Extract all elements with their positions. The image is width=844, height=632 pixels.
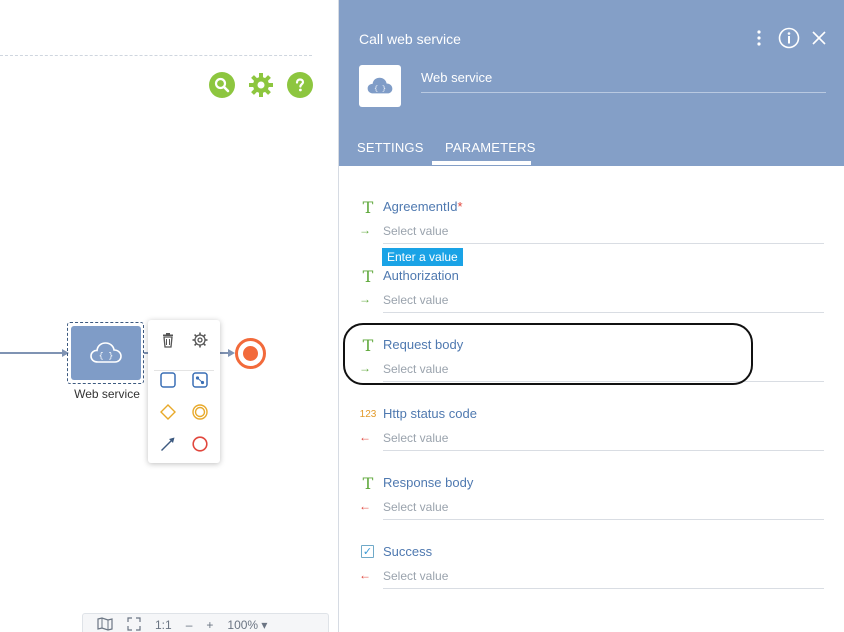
info-icon (778, 27, 800, 49)
annotation-highlight (343, 323, 753, 385)
active-tab-indicator (432, 161, 531, 165)
arrow-left-icon: ← (359, 430, 371, 444)
parameter-underline (383, 450, 824, 451)
task-icon (160, 372, 176, 388)
actual-size-button[interactable]: 1:1 (155, 618, 172, 632)
end-event-core (243, 346, 258, 361)
question-icon (295, 78, 305, 92)
help-button[interactable] (287, 72, 313, 98)
arrow-left-icon: ← (359, 568, 371, 582)
connection-arrow-icon (161, 437, 175, 451)
fit-screen-icon[interactable] (127, 616, 141, 632)
settings-button[interactable] (248, 72, 274, 98)
element-name-field[interactable]: Web service (421, 70, 492, 85)
panel-title: Call web service (359, 31, 461, 47)
element-properties-panel: Call web service {} Web service SETTING… (338, 0, 844, 632)
canvas-divider (0, 55, 312, 56)
parameter-row: T Authorization → Select value (339, 267, 844, 327)
parameter-name-text: AgreementId (383, 199, 458, 214)
parameter-name: Success (383, 544, 433, 559)
svg-text:{ }: { } (374, 85, 386, 92)
add-end-event-button[interactable] (190, 434, 210, 454)
tab-settings[interactable]: SETTINGS (357, 140, 424, 155)
gear-icon (249, 73, 273, 97)
parameter-name: Authorization (383, 268, 459, 283)
gateway-icon (160, 404, 176, 420)
parameter-underline (383, 519, 824, 520)
arrow-left-icon: ← (359, 499, 371, 513)
zoom-out-button[interactable]: – (186, 618, 193, 632)
search-button[interactable] (209, 72, 235, 98)
parameter-value-input[interactable]: Select value (383, 431, 448, 445)
subprocess-icon (192, 372, 208, 388)
more-options-button[interactable] (747, 26, 771, 50)
close-icon (812, 31, 826, 45)
tab-parameters[interactable]: PARAMETERS (445, 140, 536, 155)
parameter-underline (383, 588, 824, 589)
web-service-node[interactable]: { } (71, 326, 141, 380)
zoom-level-select[interactable]: 100% ▾ (227, 618, 267, 632)
intermediate-event-icon (192, 404, 208, 420)
element-name-underline (421, 92, 826, 93)
close-button[interactable] (807, 26, 831, 50)
parameter-value-input[interactable]: Select value (383, 500, 448, 514)
add-task-button[interactable] (158, 370, 178, 390)
gear-outline-icon (192, 332, 208, 348)
kebab-menu-icon (757, 30, 761, 46)
node-context-menu (148, 320, 220, 463)
parameter-row: T Response body ← Select value (339, 474, 844, 534)
parameter-value-input[interactable]: Select value (383, 293, 448, 307)
add-subprocess-button[interactable] (190, 370, 210, 390)
info-button[interactable] (777, 26, 801, 50)
parameter-name: Http status code (383, 406, 477, 421)
end-event[interactable] (235, 338, 266, 369)
element-type-icon-tile: { } (359, 65, 401, 107)
outgoing-flow-arrow (228, 349, 235, 357)
parameter-row: ✓ Success ← Select value (339, 543, 844, 603)
text-type-icon: T (362, 197, 374, 217)
parameter-name: AgreementId* (383, 199, 463, 214)
svg-text:{ }: { } (99, 352, 113, 361)
arrow-right-icon: → (359, 223, 371, 237)
text-type-icon: T (362, 266, 374, 286)
zoom-in-button[interactable]: + (206, 618, 213, 632)
parameter-name: Response body (383, 475, 474, 490)
tooltip: Enter a value (382, 248, 463, 266)
incoming-flow (0, 352, 64, 354)
cloud-code-icon: { } (367, 77, 393, 94)
text-type-icon: T (362, 473, 374, 493)
element-settings-button[interactable] (190, 330, 210, 350)
app-root: { } Web service 1:1 – + 100% ▾ Call web … (0, 0, 844, 632)
cloud-code-icon: { } (90, 342, 122, 363)
trash-icon (163, 332, 173, 348)
node-label: Web service (74, 387, 140, 401)
parameter-underline (383, 243, 824, 244)
add-gateway-button[interactable] (158, 402, 178, 422)
boolean-type-icon: ✓ (361, 545, 374, 558)
add-intermediate-event-button[interactable] (190, 402, 210, 422)
parameter-underline (383, 312, 824, 313)
delete-button[interactable] (158, 330, 178, 350)
map-icon[interactable] (97, 616, 113, 632)
parameter-value-input[interactable]: Select value (383, 569, 448, 583)
number-type-icon: 123 (359, 408, 377, 420)
search-icon (214, 77, 230, 93)
zoom-level-value: 100% (227, 618, 259, 632)
process-canvas[interactable]: { } Web service 1:1 – + 100% ▾ (0, 0, 338, 632)
required-marker: * (457, 199, 463, 214)
panel-header: Call web service {} Web service SETTING… (339, 0, 844, 166)
add-connection-button[interactable] (158, 434, 178, 454)
end-event-icon (192, 436, 208, 452)
parameter-value-input[interactable]: Select value (383, 224, 448, 238)
arrow-right-icon: → (359, 292, 371, 306)
zoom-toolbar: 1:1 – + 100% ▾ (82, 613, 329, 632)
parameter-row: 123 Http status code ← Select value (339, 405, 844, 465)
